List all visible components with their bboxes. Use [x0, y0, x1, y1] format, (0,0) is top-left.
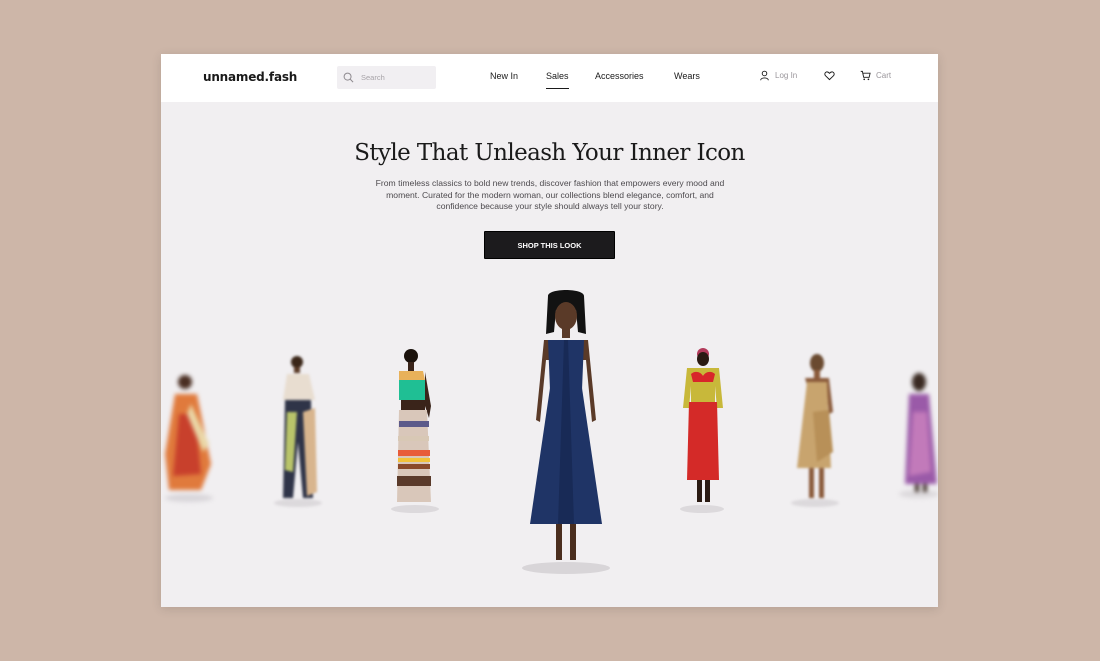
cart-icon — [860, 70, 871, 81]
shop-this-look-button[interactable]: SHOP THIS LOOK — [484, 231, 615, 259]
hero-title: Style That Unleash Your Inner Icon — [354, 140, 745, 166]
model-figure-far-right[interactable] — [891, 372, 938, 502]
model-figure-center[interactable] — [518, 290, 614, 578]
model-figure-5[interactable] — [677, 346, 727, 516]
nav-item-sales[interactable]: Sales — [546, 71, 569, 89]
nav-item-wears[interactable]: Wears — [674, 71, 700, 81]
nav-item-new-in[interactable]: New In — [490, 71, 518, 81]
wishlist-button[interactable] — [824, 70, 840, 81]
user-icon — [760, 70, 769, 81]
login-button[interactable]: Log In — [759, 70, 797, 81]
site-header: unnamed.fash Search New In Sales Accesso… — [161, 54, 938, 102]
cart-button[interactable]: Cart — [860, 70, 891, 81]
main-nav: New In Sales Accessories Wears — [161, 71, 938, 91]
login-label: Log In — [775, 71, 798, 80]
cart-label: Cart — [876, 71, 892, 80]
model-figure-3[interactable] — [391, 346, 441, 516]
model-figure-6[interactable] — [789, 352, 839, 512]
nav-item-accessories[interactable]: Accessories — [595, 71, 644, 81]
heart-icon — [824, 71, 835, 81]
model-figure-far-left[interactable] — [161, 364, 221, 504]
hero-subtitle: From timeless classics to bold new trend… — [375, 178, 725, 211]
browser-page: unnamed.fash Search New In Sales Accesso… — [161, 54, 938, 607]
model-figure-2[interactable] — [273, 352, 323, 512]
